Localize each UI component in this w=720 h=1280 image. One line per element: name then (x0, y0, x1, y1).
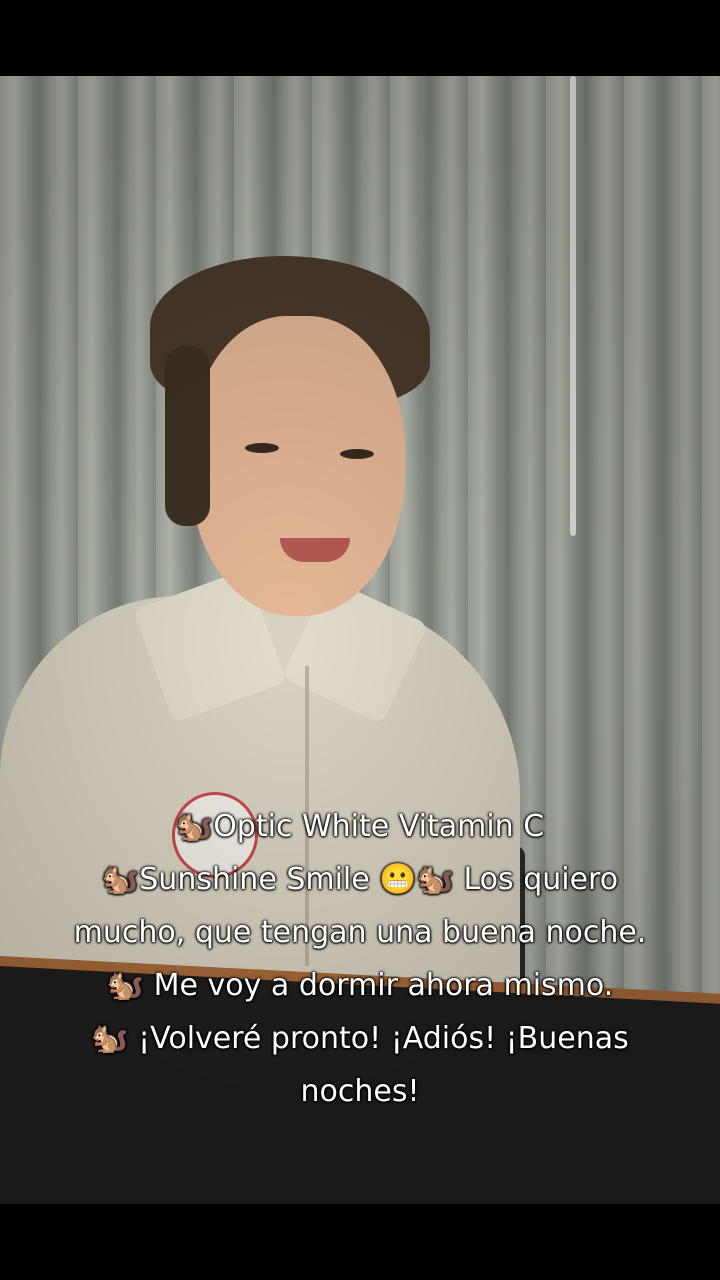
caption-line-5: 🐿️ ¡Volveré pronto! ¡Adiós! ¡Buenas (91, 1021, 629, 1056)
caption-line-6: noches! (300, 1074, 420, 1109)
letterbox-bottom (0, 1204, 720, 1280)
caption-line-2: 🐿️Sunshine Smile 😬🐿️ Los quiero (101, 862, 619, 897)
caption-line-1: 🐿️Optic White Vitamin C (175, 809, 545, 844)
caption-line-4: 🐿️ Me voy a dormir ahora mismo. (106, 968, 614, 1003)
caption-line-3: mucho, que tengan una buena noche. (73, 915, 647, 950)
letterbox-top (0, 0, 720, 76)
caption-overlay: 🐿️Optic White Vitamin C 🐿️Sunshine Smile… (20, 800, 700, 1118)
